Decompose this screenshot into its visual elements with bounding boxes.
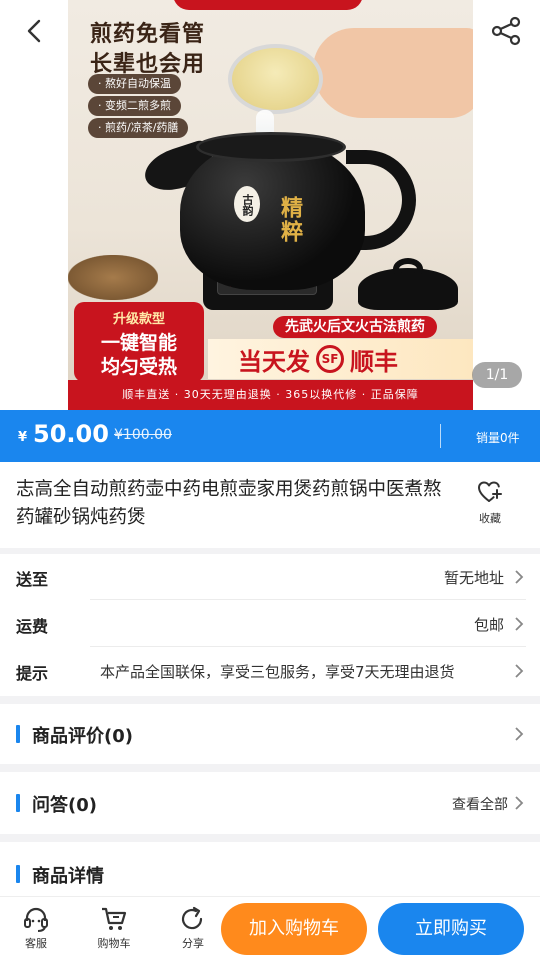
current-price: 50.00 [33, 420, 109, 448]
sameday-text: 当天发 [238, 347, 310, 376]
share-button[interactable] [486, 12, 526, 50]
favorite-button[interactable]: 收藏 [468, 480, 512, 526]
product-title-card: 志高全自动煎药壶中药电煎壶家用煲药煎锅中医煮熬药罐砂锅炖药煲 收藏 [0, 462, 540, 548]
poster-feature-1: · 熬好自动保温 [88, 74, 181, 94]
cart-icon [102, 907, 127, 930]
currency-symbol: ¥ [18, 430, 28, 445]
freight-value: 包邮 [473, 616, 504, 634]
section-accent-bar [16, 725, 20, 743]
poster-top-ribbon [173, 0, 363, 10]
favorite-label: 收藏 [479, 512, 501, 525]
upgrade-badge: 升级款型 一键智能 均匀受热 [74, 302, 204, 382]
poster-slogan: 先武火后文火古法煎药 [273, 316, 437, 338]
qa-title: 问答(0) [32, 795, 97, 816]
image-counter: 1/1 [472, 362, 522, 388]
share-icon [491, 16, 521, 46]
pot-rim-graphic [196, 132, 346, 162]
smart-label-2: 均匀受热 [100, 356, 177, 378]
product-poster-image: 煎药免看管 长辈也会用 · 熬好自动保温 · 变频二煎多煎 · 煎药/凉茶/药膳… [68, 0, 473, 410]
lid-knob-graphic [393, 258, 423, 280]
sales-count: 销量0件 [476, 431, 520, 445]
share-bottom-button[interactable]: 分享 [167, 905, 219, 951]
row-divider [90, 599, 526, 600]
pot-seal-label: 古韵 [234, 186, 260, 222]
chevron-left-icon [27, 19, 41, 43]
section-accent-bar [16, 794, 20, 812]
poster-feature-3: · 煎药/凉茶/药膳 [88, 118, 189, 138]
details-section: 商品详情 [0, 842, 540, 902]
chevron-right-icon[interactable] [512, 795, 526, 811]
notice-row[interactable]: 提示 本产品全国联保，享受三包服务，享受7天无理由退货 [0, 648, 540, 694]
freight-label: 运费 [16, 617, 49, 636]
chevron-right-icon [515, 664, 524, 678]
cart-button[interactable]: 购物车 [88, 905, 140, 951]
share-arrow-icon [181, 906, 203, 930]
delivery-info-card: 送至 暂无地址 运费 包邮 提示 本产品全国联保，享受三包服务，享受7天无理由退… [0, 554, 540, 696]
chevron-right-icon [515, 727, 524, 741]
product-image-carousel[interactable]: 煎药免看管 长辈也会用 · 熬好自动保温 · 变频二煎多煎 · 煎药/凉茶/药膳… [0, 0, 540, 410]
sf-logo-icon: SF [316, 345, 344, 373]
details-title: 商品详情 [32, 866, 104, 887]
herbal-pot-graphic [180, 140, 365, 290]
notice-value: 本产品全国联保，享受三包服务，享受7天无理由退货 [100, 663, 455, 681]
back-button[interactable] [14, 14, 54, 48]
sf-express-banner: 当天发 SF 顺丰 [208, 339, 473, 379]
headset-icon [24, 907, 48, 932]
qa-section: 问答(0) 查看全部 [0, 772, 540, 834]
reviews-title: 商品评价(0) [32, 726, 133, 747]
ship-to-row[interactable]: 送至 暂无地址 [0, 554, 540, 600]
section-accent-bar [16, 865, 20, 883]
heart-plus-icon [478, 481, 502, 502]
hand-graphic [313, 28, 473, 118]
original-price: ¥100.00 [114, 427, 172, 443]
sf-text: 顺丰 [350, 347, 398, 376]
add-to-cart-button[interactable]: 加入购物车 [221, 903, 367, 955]
share-label: 分享 [182, 937, 204, 950]
bowl-graphic [228, 44, 323, 114]
chevron-right-icon [515, 570, 524, 584]
freight-row[interactable]: 运费 包邮 [0, 601, 540, 647]
qa-view-all-link[interactable]: 查看全部 [452, 794, 508, 814]
cart-label: 购物车 [97, 937, 131, 950]
product-title: 志高全自动煎药壶中药电煎壶家用煲药煎锅中医煮熬药罐砂锅炖药煲 [16, 479, 442, 528]
buy-now-button[interactable]: 立即购买 [378, 903, 524, 955]
ship-to-label: 送至 [16, 570, 49, 589]
price-divider [440, 424, 441, 448]
customer-service-button[interactable]: 客服 [10, 905, 62, 951]
herbs-graphic [68, 255, 158, 300]
row-divider [90, 646, 526, 647]
ship-to-value: 暂无地址 [443, 569, 504, 587]
bottom-action-bar: 客服 购物车 分享 加入购物车 立即购买 [0, 896, 540, 960]
pot-gold-text: 精粹 [277, 196, 303, 244]
notice-label: 提示 [16, 664, 49, 683]
reviews-section[interactable]: 商品评价(0) [0, 704, 540, 764]
poster-feature-2: · 变频二煎多煎 [88, 96, 181, 116]
smart-label-1: 一键智能 [100, 332, 177, 354]
customer-service-label: 客服 [25, 937, 47, 950]
upgrade-label: 升级款型 [112, 312, 165, 327]
price-bar: ¥ 50.00 ¥100.00 销量0件 [0, 410, 540, 462]
chevron-right-icon [515, 617, 524, 631]
poster-footer-guarantees: 顺丰直送 · 30天无理由退换 · 365以换代修 · 正品保障 [68, 380, 473, 410]
poster-headline-1: 煎药免看管 [90, 22, 206, 47]
